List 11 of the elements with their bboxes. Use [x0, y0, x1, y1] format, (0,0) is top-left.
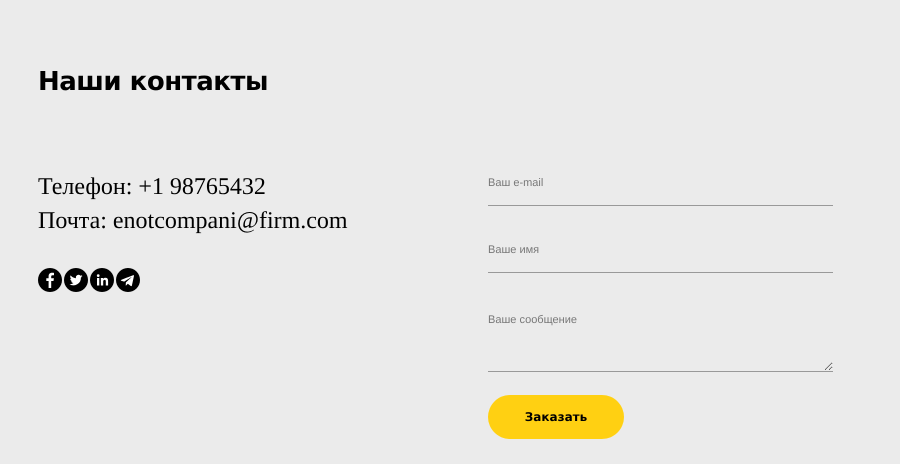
contact-line: Почта: enotcompani@firm.com [38, 207, 349, 236]
twitter-icon[interactable] [64, 268, 88, 292]
text-field[interactable]: Ваше имя [488, 241, 833, 273]
paper-plane-icon[interactable] [116, 268, 140, 292]
facebook-icon[interactable] [38, 268, 62, 292]
section-title: Наши контакты [38, 66, 270, 99]
contact-line: Телефон: +1 98765432 [38, 173, 267, 202]
linkedin-icon[interactable] [90, 268, 114, 292]
text-field[interactable]: Ваш e-mail [488, 174, 833, 206]
message-field[interactable]: Ваше сообщение [488, 308, 833, 372]
order-button[interactable]: Заказать [488, 395, 624, 439]
